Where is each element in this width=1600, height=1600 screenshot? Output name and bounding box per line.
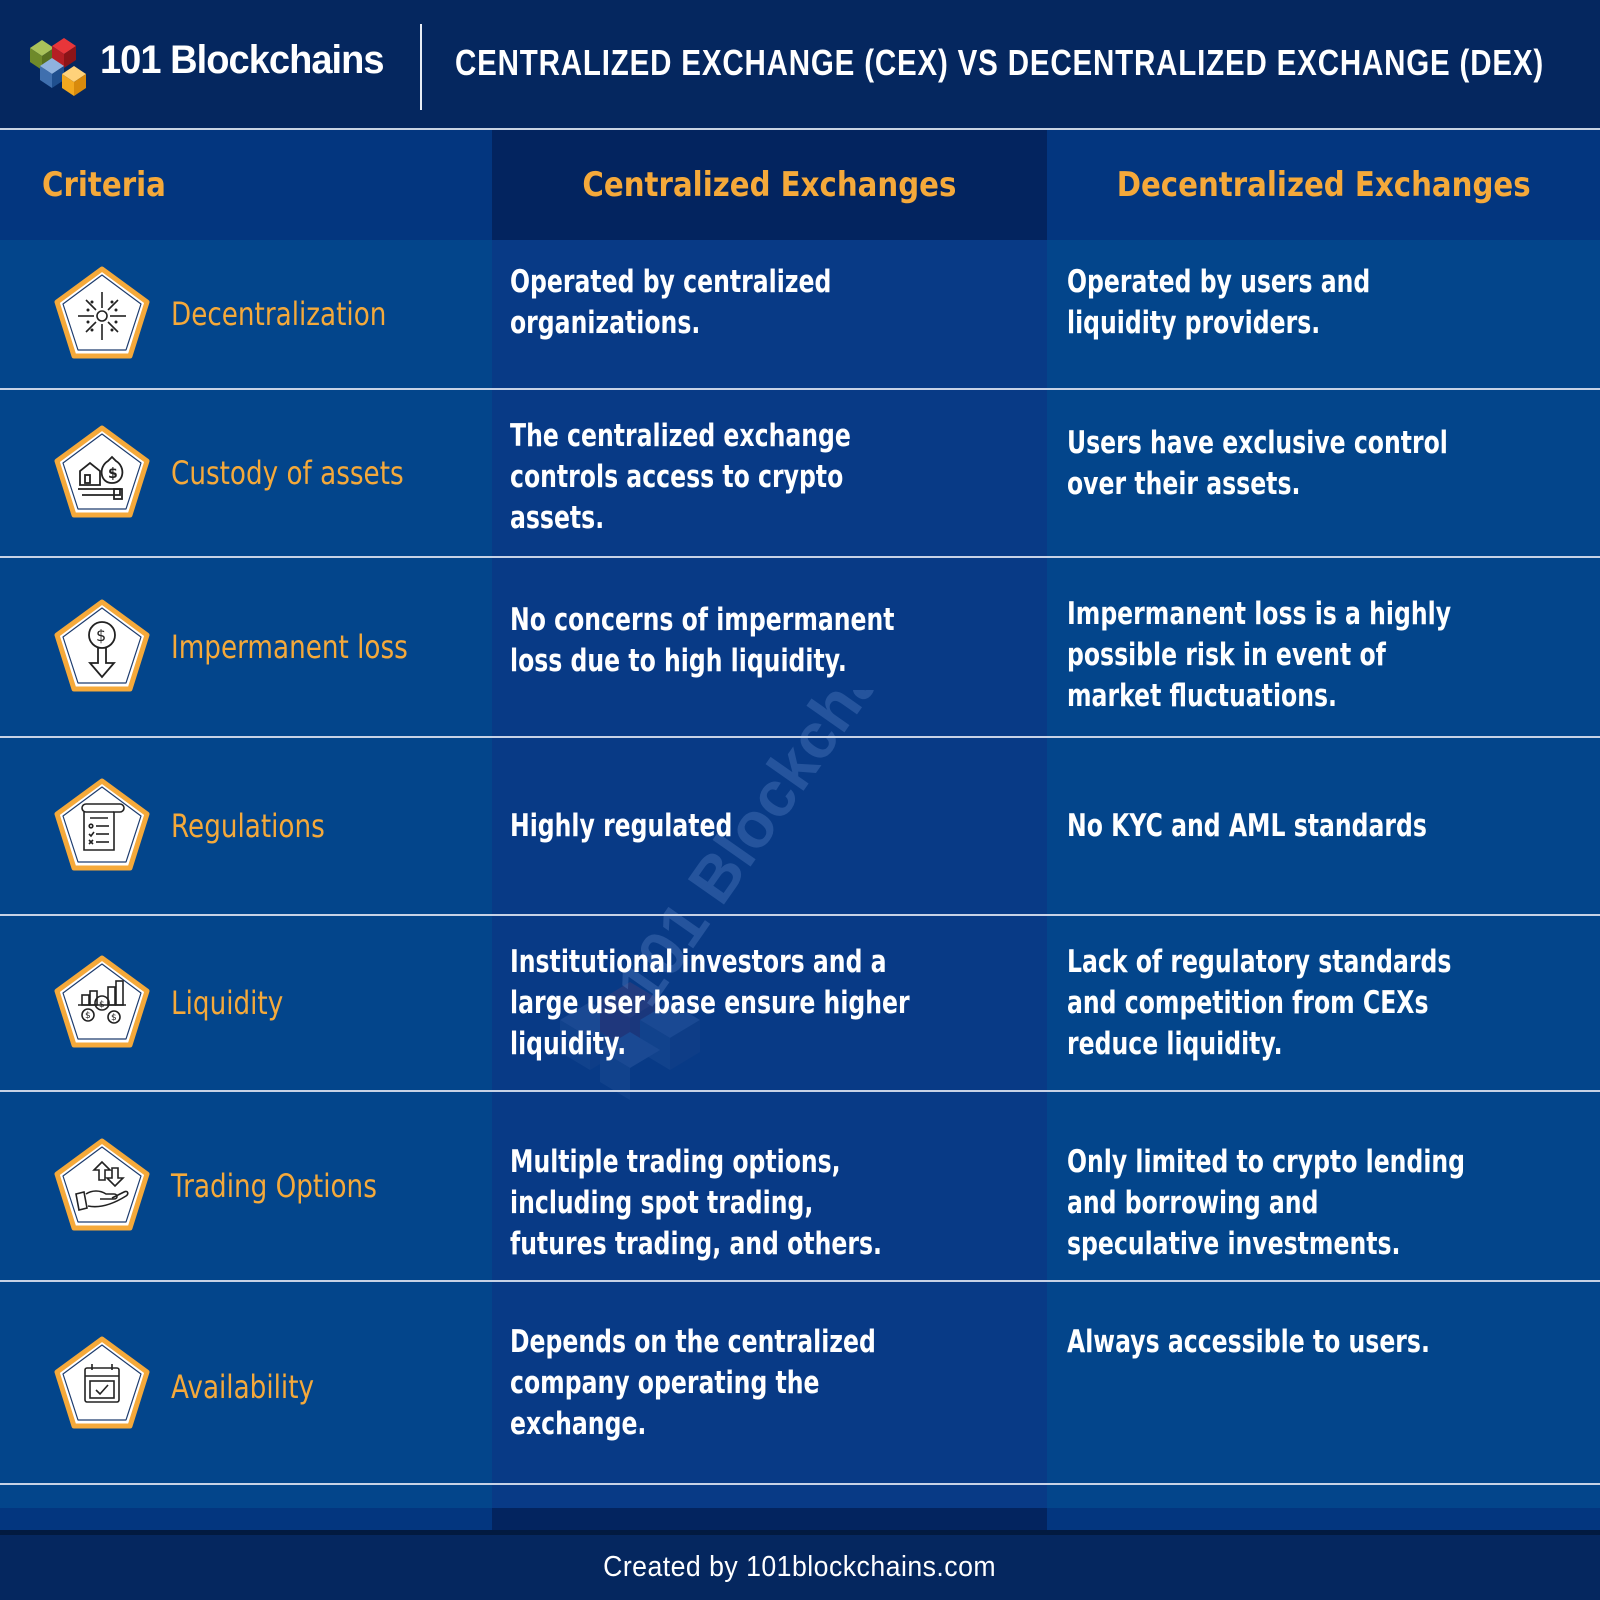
footer-credit: Created by 101blockchains.com bbox=[603, 1551, 997, 1583]
dex-cell: Lack of regulatory standards and competi… bbox=[1067, 916, 1600, 1090]
table-header: Criteria Centralized Exchanges Decentral… bbox=[0, 130, 1600, 240]
header-dex-label: Decentralized Exchanges bbox=[1116, 165, 1531, 205]
cex-cell: Institutional investors and a large user… bbox=[510, 916, 1040, 1090]
svg-text:$: $ bbox=[85, 1011, 91, 1021]
dex-cell: Only limited to crypto lending and borro… bbox=[1067, 1092, 1600, 1280]
cex-text: No concerns of impermanent loss due to h… bbox=[510, 602, 895, 679]
footer: Created by 101blockchains.com bbox=[0, 1530, 1600, 1600]
cex-cell: Multiple trading options, including spot… bbox=[510, 1092, 1040, 1280]
cex-text: Highly regulated bbox=[510, 807, 733, 844]
cex-cell: Depends on the centralized company opera… bbox=[510, 1282, 1040, 1483]
cex-cell: Operated by centralized organizations. bbox=[510, 240, 1040, 388]
cex-text: Depends on the centralized company opera… bbox=[510, 1324, 876, 1442]
svg-text:$: $ bbox=[108, 466, 118, 482]
table-row: $ Custody of assets The centralized exch… bbox=[0, 390, 1600, 558]
table-row: Trading Options Multiple trading options… bbox=[0, 1092, 1600, 1282]
criteria-cell: Availability bbox=[0, 1282, 492, 1483]
calendar-check-icon bbox=[54, 1336, 150, 1429]
criteria-label: Custody of assets bbox=[171, 454, 404, 492]
page-title: CENTRALIZED EXCHANGE (CEX) VS DECENTRALI… bbox=[455, 42, 1545, 83]
cex-text: Operated by centralized organizations. bbox=[510, 264, 832, 341]
header-criteria-label: Criteria bbox=[42, 165, 166, 205]
criteria-cell: $ Impermanent loss bbox=[0, 558, 492, 736]
dex-cell: No KYC and AML standards bbox=[1067, 738, 1600, 914]
table-row: Decentralization Operated by centralized… bbox=[0, 240, 1600, 390]
dex-text: Only limited to crypto lending and borro… bbox=[1067, 1144, 1466, 1262]
table-row: Regulations Highly regulated No KYC and … bbox=[0, 738, 1600, 916]
hand-exchange-arrows-icon bbox=[54, 1138, 150, 1231]
criteria-cell: $ Custody of assets bbox=[0, 390, 492, 556]
top-bar: 101 Blockchains CENTRALIZED EXCHANGE (CE… bbox=[0, 0, 1600, 130]
dex-cell: Impermanent loss is a highly possible ri… bbox=[1067, 558, 1600, 736]
cube-cluster-logo-icon bbox=[30, 38, 86, 96]
cex-cell: Highly regulated bbox=[510, 738, 1040, 914]
criteria-cell: $ $ $ Liquidity bbox=[0, 916, 492, 1090]
dex-text: Operated by users and liquidity provider… bbox=[1067, 264, 1371, 341]
dex-text: Lack of regulatory standards and competi… bbox=[1067, 943, 1452, 1062]
table-bottom-band bbox=[0, 1508, 1600, 1530]
comparison-table: 101 Blockchains Criteria Centralized Exc… bbox=[0, 130, 1600, 1530]
dex-text: Always accessible to users. bbox=[1067, 1324, 1430, 1360]
criteria-label: Decentralization bbox=[171, 295, 387, 333]
dex-cell: Users have exclusive control over their … bbox=[1067, 390, 1600, 556]
dex-text: No KYC and AML standards bbox=[1067, 807, 1427, 844]
dollar-down-arrow-icon: $ bbox=[54, 599, 150, 692]
criteria-label: Liquidity bbox=[171, 984, 284, 1022]
dex-cell: Always accessible to users. bbox=[1067, 1282, 1600, 1483]
brand-name: 101 Blockchains bbox=[100, 38, 385, 82]
cex-text: Institutional investors and a large user… bbox=[510, 943, 910, 1062]
cex-cell: The centralized exchange controls access… bbox=[510, 390, 1040, 556]
header-cex: Centralized Exchanges bbox=[492, 130, 1047, 240]
cex-text: The centralized exchange controls access… bbox=[510, 418, 851, 536]
coins-bar-chart-icon: $ $ $ bbox=[54, 955, 150, 1048]
dex-cell: Operated by users and liquidity provider… bbox=[1067, 240, 1600, 388]
header-dex: Decentralized Exchanges bbox=[1047, 130, 1600, 240]
criteria-label: Regulations bbox=[171, 807, 325, 845]
cex-cell: No concerns of impermanent loss due to h… bbox=[510, 558, 1040, 736]
checklist-scroll-icon bbox=[54, 778, 150, 871]
criteria-label: Impermanent loss bbox=[171, 628, 408, 666]
svg-text:$: $ bbox=[96, 626, 106, 645]
criteria-label: Trading Options bbox=[171, 1167, 377, 1205]
hand-holding-assets-icon: $ bbox=[54, 425, 150, 518]
dex-text: Users have exclusive control over their … bbox=[1067, 425, 1448, 502]
cex-text: Multiple trading options, including spot… bbox=[510, 1144, 882, 1262]
criteria-cell: Regulations bbox=[0, 738, 492, 914]
table-row: Availability Depends on the centralized … bbox=[0, 1282, 1600, 1485]
criteria-cell: Trading Options bbox=[0, 1092, 492, 1280]
table-row: $ $ $ Liquidity Institutional investors an… bbox=[0, 916, 1600, 1092]
dex-text: Impermanent loss is a highly possible ri… bbox=[1067, 596, 1452, 714]
svg-text:$: $ bbox=[111, 1013, 117, 1023]
criteria-label: Availability bbox=[171, 1368, 315, 1406]
table-row: $ Impermanent loss No concerns of imperm… bbox=[0, 558, 1600, 738]
header-cex-label: Centralized Exchanges bbox=[582, 165, 957, 205]
network-nodes-icon bbox=[54, 266, 150, 359]
header-criteria: Criteria bbox=[0, 130, 492, 240]
svg-text:$: $ bbox=[99, 1000, 105, 1010]
header-divider bbox=[420, 24, 422, 110]
criteria-cell: Decentralization bbox=[0, 240, 492, 388]
